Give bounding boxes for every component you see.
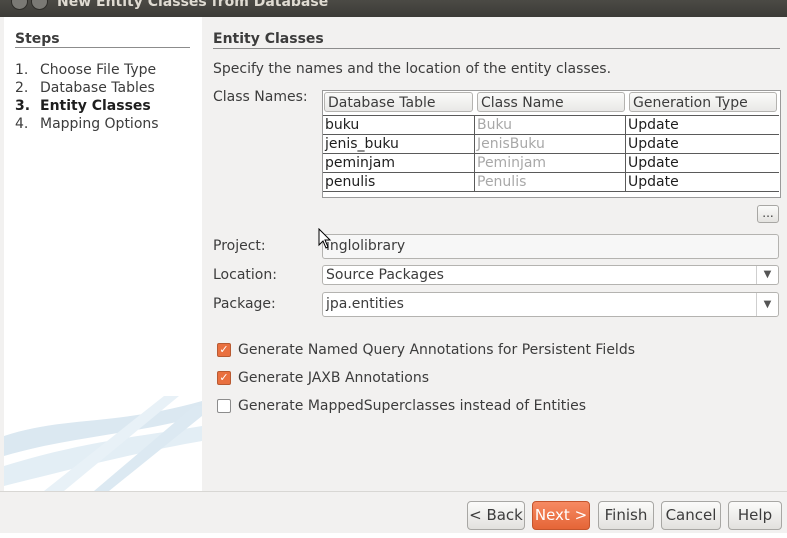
help-button[interactable]: Help xyxy=(728,501,782,530)
cell-class-name[interactable]: JenisBuku xyxy=(475,135,626,153)
package-combobox-value: jpa.entities xyxy=(326,296,404,312)
table-row[interactable]: peminjam Peminjam Update xyxy=(323,154,779,173)
column-header-database-table[interactable]: Database Table xyxy=(324,92,473,112)
section-description: Specify the names and the location of th… xyxy=(213,61,612,77)
back-button[interactable]: < Back xyxy=(467,501,525,530)
step-item-current: 3. Entity Classes xyxy=(15,98,151,114)
decorative-swoosh-graphic xyxy=(4,396,202,491)
project-field[interactable]: inglolibrary xyxy=(322,234,779,259)
steps-divider xyxy=(15,47,190,48)
background-window-strip xyxy=(0,533,787,538)
column-header-generation-type[interactable]: Generation Type xyxy=(629,92,777,112)
named-query-checkbox[interactable]: ✓ xyxy=(217,343,231,357)
window-close-icon[interactable] xyxy=(11,0,28,10)
cell-database-table: penulis xyxy=(323,173,475,191)
finish-button[interactable]: Finish xyxy=(598,501,654,530)
footer-divider xyxy=(0,491,787,492)
location-select-value: Source Packages xyxy=(326,267,444,283)
jaxb-checkbox[interactable]: ✓ xyxy=(217,371,231,385)
table-row[interactable]: jenis_buku JenisBuku Update xyxy=(323,135,779,154)
cancel-button[interactable]: Cancel xyxy=(661,501,721,530)
cell-class-name[interactable]: Peminjam xyxy=(475,154,626,172)
table-row[interactable]: penulis Penulis Update xyxy=(323,173,779,192)
section-divider xyxy=(213,48,780,49)
mapped-superclasses-checkbox[interactable] xyxy=(217,399,231,413)
location-select[interactable]: Source Packages ▼ xyxy=(322,265,779,285)
window-titlebar: New Entity Classes from Database xyxy=(0,0,787,17)
cell-database-table: buku xyxy=(323,116,475,134)
next-button[interactable]: Next > xyxy=(532,501,590,530)
package-combobox[interactable]: jpa.entities ▼ xyxy=(322,292,779,317)
cell-generation-type[interactable]: Update xyxy=(626,116,779,134)
step-item: 2. Database Tables xyxy=(15,80,155,96)
step-item: 1. Choose File Type xyxy=(15,62,157,78)
section-title: Entity Classes xyxy=(213,31,324,47)
mapped-superclasses-checkbox-label[interactable]: Generate MappedSuperclasses instead of E… xyxy=(238,398,586,414)
step-item: 4. Mapping Options xyxy=(15,116,159,132)
named-query-checkbox-label[interactable]: Generate Named Query Annotations for Per… xyxy=(238,342,635,358)
cell-class-name[interactable]: Penulis xyxy=(475,173,626,191)
window-title: New Entity Classes from Database xyxy=(57,0,329,10)
steps-panel: Steps 1. Choose File Type 2. Database Tabl… xyxy=(4,17,202,491)
cell-database-table: jenis_buku xyxy=(323,135,475,153)
chevron-down-icon[interactable]: ▼ xyxy=(756,293,778,316)
column-header-class-name[interactable]: Class Name xyxy=(477,92,625,112)
mouse-pointer-icon xyxy=(318,228,332,249)
cell-class-name[interactable]: Buku xyxy=(475,116,626,134)
cell-generation-type[interactable]: Update xyxy=(626,173,779,191)
ellipsis-button[interactable]: ... xyxy=(757,205,779,223)
entity-classes-table[interactable]: Database Table Class Name Generation Typ… xyxy=(322,90,781,198)
location-label: Location: xyxy=(213,267,277,283)
cell-database-table: peminjam xyxy=(323,154,475,172)
project-label: Project: xyxy=(213,238,266,254)
table-body: buku Buku Update jenis_buku JenisBuku Up… xyxy=(323,115,779,192)
steps-list: 1. Choose File Type 2. Database Tables 3. E… xyxy=(15,61,159,133)
window-minimize-icon[interactable] xyxy=(31,0,48,10)
table-row[interactable]: buku Buku Update xyxy=(323,115,779,135)
cell-generation-type[interactable]: Update xyxy=(626,154,779,172)
cell-generation-type[interactable]: Update xyxy=(626,135,779,153)
chevron-down-icon[interactable]: ▼ xyxy=(756,266,778,284)
class-names-label: Class Names: xyxy=(213,89,308,105)
package-label: Package: xyxy=(213,296,276,312)
steps-title: Steps xyxy=(15,31,60,47)
jaxb-checkbox-label[interactable]: Generate JAXB Annotations xyxy=(238,370,429,386)
